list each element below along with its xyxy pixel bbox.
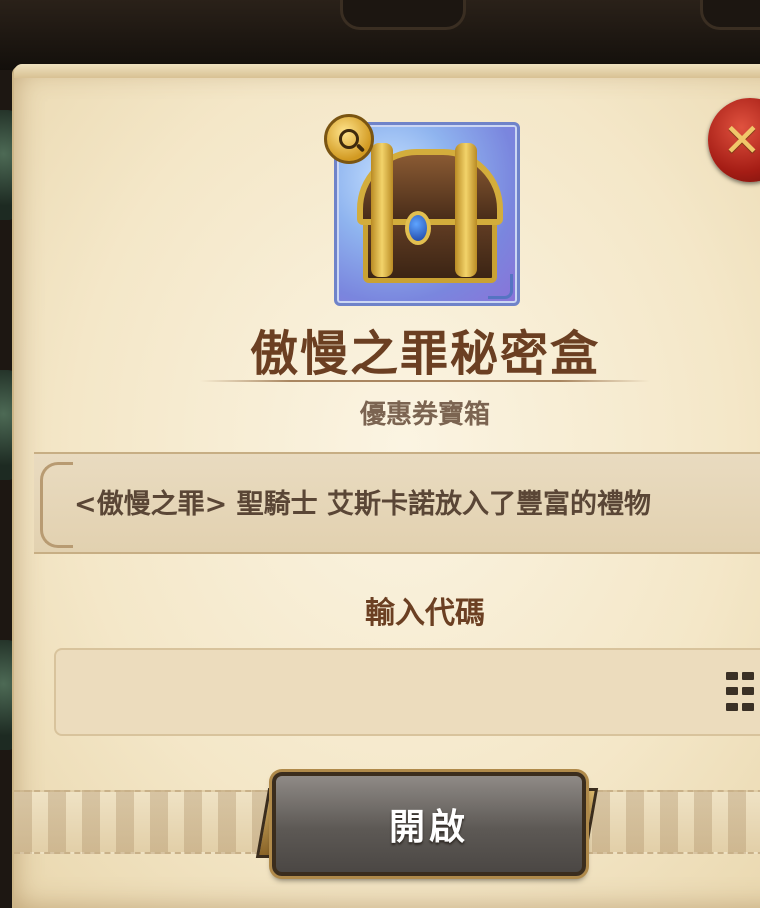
open-button-label: 開啟 xyxy=(388,807,469,848)
item-name: 傲慢之罪秘密盒 xyxy=(249,326,600,382)
item-description: <傲慢之罪> 聖騎士 艾斯卡諾放入了豐富的禮物 xyxy=(74,489,652,520)
magnifier-icon xyxy=(339,129,359,149)
code-input-label: 輸入代碼 xyxy=(365,596,485,631)
close-icon: ✕ xyxy=(722,113,760,167)
panel-scroll-edge xyxy=(14,64,760,78)
chest-gem xyxy=(405,211,431,245)
background-ornament xyxy=(700,0,760,30)
chest-band xyxy=(371,143,393,277)
coupon-code-input[interactable] xyxy=(54,648,760,736)
item-type: 優惠券寶箱 xyxy=(359,400,490,430)
chest-band xyxy=(455,143,477,277)
open-button[interactable]: 開啟 xyxy=(272,772,586,876)
background-ornament xyxy=(340,0,466,30)
corner-mark-icon xyxy=(488,274,513,299)
keypad-icon[interactable] xyxy=(726,672,760,714)
description-banner: <傲慢之罪> 聖騎士 艾斯卡諾放入了豐富的禮物 xyxy=(34,452,760,554)
magnifier-button[interactable] xyxy=(324,114,374,164)
title-divider xyxy=(200,380,650,382)
